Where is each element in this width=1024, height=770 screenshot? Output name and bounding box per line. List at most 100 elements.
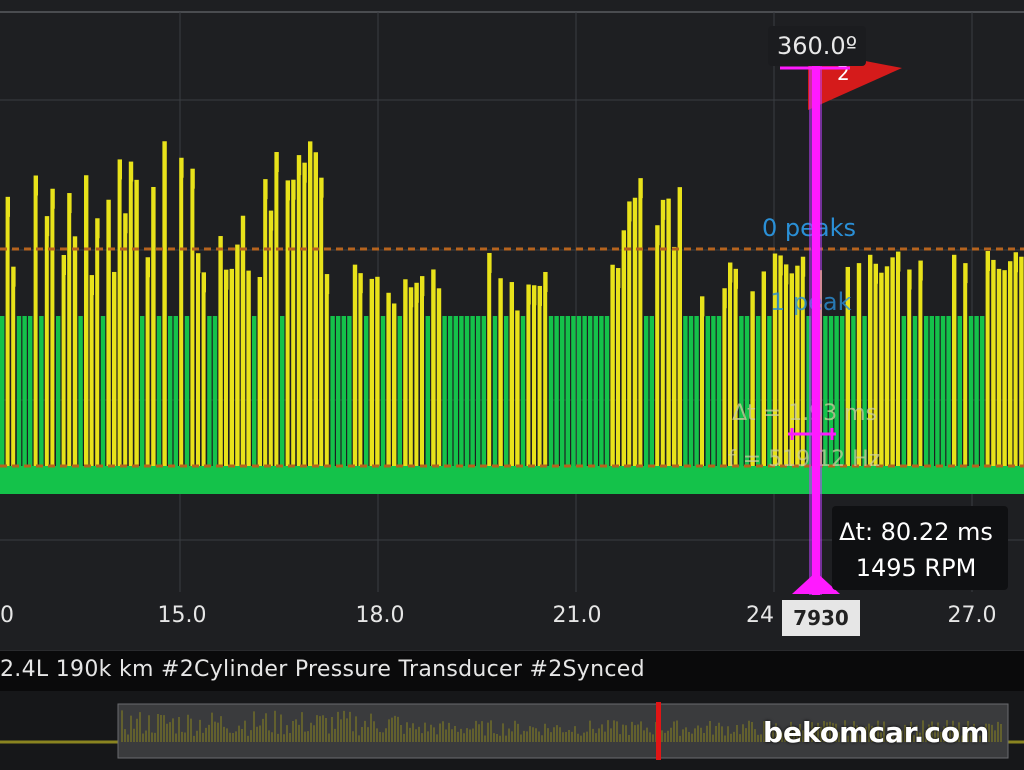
trace-bar xyxy=(100,316,106,466)
trace-bar xyxy=(918,260,923,466)
channel-title: 2.4L 190k km #2Cylinder Pressure Transdu… xyxy=(0,657,645,682)
trace-gap xyxy=(362,293,364,466)
trace-bar xyxy=(296,155,302,466)
x-tick-label: 15.0 xyxy=(158,603,207,628)
trace-gap xyxy=(121,179,123,466)
trace-gap xyxy=(149,277,151,466)
trace-bar xyxy=(95,218,100,466)
trace-bar xyxy=(649,316,654,466)
trace-bar xyxy=(190,168,195,466)
trace-bar xyxy=(403,279,408,466)
trace-bar xyxy=(257,277,262,466)
trace-bar xyxy=(1019,256,1024,466)
cursor-line[interactable] xyxy=(812,55,820,595)
trace-bar xyxy=(576,316,582,466)
trace-bar xyxy=(537,285,542,466)
trace-bar xyxy=(218,236,223,466)
trace-bar xyxy=(50,188,55,467)
trace-bar xyxy=(677,187,682,466)
trace-bar xyxy=(145,257,150,466)
trace-bar xyxy=(974,316,979,466)
trace-gap xyxy=(530,304,532,466)
trace-bar xyxy=(369,278,374,466)
trace-bar xyxy=(509,282,514,466)
trace-gap xyxy=(300,175,302,466)
trace-gap xyxy=(228,289,230,466)
trace-bar xyxy=(364,316,369,466)
trace-gap xyxy=(704,316,706,466)
trace-bar xyxy=(750,291,755,466)
trace-bar xyxy=(22,316,27,466)
trace-bar xyxy=(868,254,873,466)
trace-gap xyxy=(132,181,134,466)
trace-bar xyxy=(554,316,559,466)
trace-bar xyxy=(520,316,526,466)
trace-bar xyxy=(912,316,918,466)
trace-bar xyxy=(173,316,178,466)
trace-gap xyxy=(48,236,50,466)
cursor-time-tag-text: 7930 xyxy=(793,606,849,630)
trace-bar xyxy=(660,199,666,466)
trace-bar xyxy=(722,288,727,466)
trace-bar xyxy=(106,199,111,466)
trace-bar xyxy=(604,316,610,466)
watermark: bekomcar.com xyxy=(763,716,990,749)
trace-bar xyxy=(179,157,184,466)
trace-bar xyxy=(151,186,156,466)
trace-bar xyxy=(526,284,531,466)
trace-gap xyxy=(989,270,991,466)
trace-bar xyxy=(739,316,744,466)
trace-bar xyxy=(44,216,50,466)
x-tick-label: 24 xyxy=(746,603,774,628)
trace-bar xyxy=(319,177,324,466)
x-tick-label: 27.0 xyxy=(948,603,997,628)
trace-bar xyxy=(1013,252,1018,466)
trace-bar xyxy=(16,316,22,466)
trace-bar xyxy=(436,288,442,466)
trace-bar xyxy=(392,303,397,466)
trace-bar xyxy=(459,316,464,466)
x-tick-label: 21.0 xyxy=(553,603,602,628)
trace-bar xyxy=(162,141,167,467)
trace-bar xyxy=(5,196,10,466)
trace-bar xyxy=(72,236,78,466)
trace-bar xyxy=(907,269,912,466)
trace-bar xyxy=(610,264,615,466)
trace-gap xyxy=(65,275,67,466)
trace-gap xyxy=(183,177,185,466)
trace-bar xyxy=(324,274,330,466)
trace-bar xyxy=(716,316,722,466)
trace-gap xyxy=(127,233,129,466)
trace-bar xyxy=(78,316,83,466)
trace-bar xyxy=(39,316,44,466)
trace-gap xyxy=(93,295,95,466)
trace-bar xyxy=(352,264,358,466)
frequency-label: f = 519.12 Hz xyxy=(728,447,880,472)
trace-bar xyxy=(952,254,957,466)
trace-bar xyxy=(901,316,906,466)
trace-bar xyxy=(1008,261,1013,466)
trace-bar xyxy=(655,225,660,466)
trace-bar xyxy=(733,268,738,466)
trace-bar xyxy=(302,162,307,466)
trace-bar xyxy=(968,316,974,466)
trace-bar xyxy=(728,262,733,466)
trace-bar xyxy=(453,316,458,466)
trace-bar xyxy=(935,316,940,466)
trace-bar xyxy=(240,215,246,466)
trace-bar xyxy=(375,276,380,466)
trace-gap xyxy=(267,199,269,467)
trace-bar xyxy=(873,263,878,466)
trace-bar xyxy=(940,316,946,466)
trace-bar xyxy=(991,259,996,466)
trace-bar xyxy=(420,276,425,466)
trace-bar xyxy=(336,316,341,466)
overview-position-marker[interactable] xyxy=(656,702,661,760)
trace-bar xyxy=(358,273,363,466)
trace-bar xyxy=(700,296,705,466)
trace-bar xyxy=(929,316,934,466)
trace-gap xyxy=(659,245,661,466)
trace-gap xyxy=(536,305,538,466)
trace-gap xyxy=(664,219,666,466)
trace-gap xyxy=(424,296,426,466)
